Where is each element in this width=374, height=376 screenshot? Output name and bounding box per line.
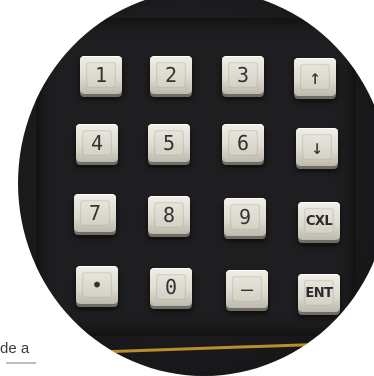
key-6: 6 [222,124,264,162]
yellow-trim-top [58,0,374,9]
key-9: 9 [224,198,266,236]
minus-label: – [232,276,262,302]
key-minus: – [226,270,268,308]
up-arrow-icon: ↑ [300,64,330,90]
decimal-point-label: • [82,272,112,298]
keypad-panel: 1 2 3 ↑ 4 5 6 ↓ 7 8 9 CXL • 0 – ENT [36,18,356,336]
key-4-label: 4 [82,130,112,156]
caption-fragment: de a [0,340,30,357]
key-down-arrow: ↓ [296,128,338,166]
key-cxl: CXL [298,202,340,240]
key-up-arrow: ↑ [294,58,336,96]
keypad-photo: 1 2 3 ↑ 4 5 6 ↓ 7 8 9 CXL • 0 – ENT de a [0,0,374,376]
key-7-label: 7 [80,200,110,226]
key-3-label: 3 [228,62,258,88]
key-1: 1 [80,56,122,94]
key-0: 0 [150,268,192,306]
key-ent-label: ENT [304,280,334,306]
key-4: 4 [76,124,118,162]
key-9-label: 9 [230,204,260,230]
key-2: 2 [150,56,192,94]
key-7: 7 [74,194,116,232]
key-2-label: 2 [156,62,186,88]
key-ent: ENT [298,274,340,312]
key-decimal-point: • [76,266,118,304]
yellow-trim-bottom [98,341,358,354]
down-arrow-icon: ↓ [302,134,332,160]
key-cxl-label: CXL [304,208,334,234]
key-0-label: 0 [156,274,186,300]
key-8-label: 8 [154,202,184,228]
key-3: 3 [222,56,264,94]
key-1-label: 1 [86,62,116,88]
caption-cutoff-line [6,362,36,374]
key-5-label: 5 [154,130,184,156]
key-6-label: 6 [228,130,258,156]
key-8: 8 [148,196,190,234]
key-5: 5 [148,124,190,162]
circular-photo-crop: 1 2 3 ↑ 4 5 6 ↓ 7 8 9 CXL • 0 – ENT [18,0,374,376]
